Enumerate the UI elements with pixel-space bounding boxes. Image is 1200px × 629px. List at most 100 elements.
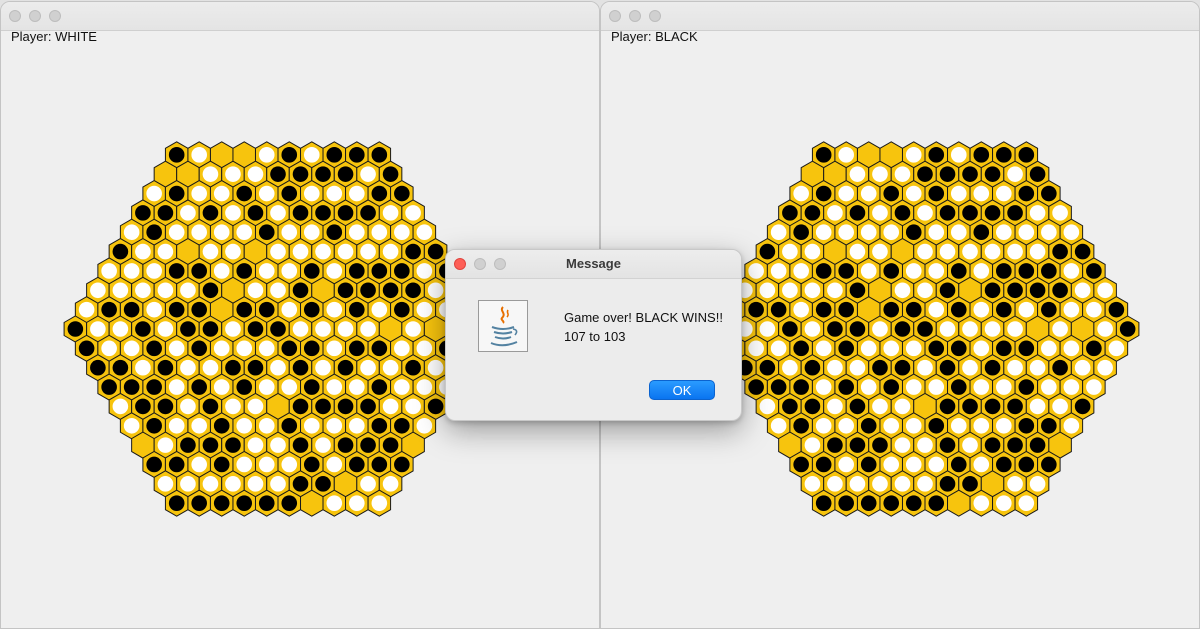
window-titlebar[interactable] (1, 2, 599, 31)
black-piece (168, 495, 185, 511)
black-piece (928, 147, 945, 163)
white-piece (782, 359, 798, 376)
black-piece (337, 359, 354, 376)
black-piece (962, 205, 978, 221)
white-piece (782, 243, 798, 260)
white-piece (213, 340, 230, 357)
white-piece (315, 437, 331, 453)
white-piece (157, 321, 174, 337)
black-piece (1074, 398, 1091, 415)
black-piece (1041, 185, 1057, 202)
black-piece (1052, 243, 1068, 260)
black-piece (180, 321, 196, 337)
black-piece (292, 476, 309, 492)
minimize-window-button[interactable] (29, 10, 41, 22)
black-piece (337, 398, 354, 415)
white-piece (996, 495, 1012, 511)
black-piece (157, 359, 174, 376)
black-piece (883, 301, 900, 318)
white-piece (202, 166, 219, 182)
white-piece (168, 417, 185, 434)
window-titlebar[interactable] (601, 2, 1199, 31)
black-piece (405, 359, 421, 376)
black-piece (1018, 456, 1035, 473)
black-piece (371, 417, 388, 434)
black-piece (838, 495, 854, 511)
black-piece (1074, 243, 1091, 260)
white-piece (225, 321, 241, 337)
close-window-button[interactable] (609, 10, 621, 22)
white-piece (849, 476, 866, 492)
zoom-window-button[interactable] (649, 10, 661, 22)
black-piece (337, 437, 354, 453)
dialog-titlebar[interactable]: Message (446, 250, 741, 279)
black-piece (1108, 301, 1125, 318)
black-piece (782, 205, 798, 221)
black-piece (292, 437, 309, 453)
black-piece (962, 398, 978, 415)
black-piece (303, 340, 320, 357)
white-piece (112, 321, 129, 337)
white-piece (236, 224, 253, 241)
white-piece (1074, 359, 1091, 376)
white-piece (950, 417, 967, 434)
black-piece (281, 495, 298, 511)
white-piece (191, 456, 207, 473)
black-piece (827, 437, 843, 453)
black-piece (360, 437, 376, 453)
black-piece (371, 456, 388, 473)
black-piece (101, 301, 117, 318)
close-window-button[interactable] (9, 10, 21, 22)
black-piece (782, 321, 798, 337)
white-piece (905, 456, 922, 473)
white-piece (1029, 476, 1046, 492)
white-piece (303, 147, 320, 163)
white-piece (917, 282, 933, 299)
white-piece (213, 185, 230, 202)
white-piece (1097, 321, 1113, 337)
minimize-window-button[interactable] (629, 10, 641, 22)
white-piece (258, 379, 275, 395)
black-piece (838, 340, 854, 357)
white-piece (827, 476, 843, 492)
white-piece (394, 340, 410, 357)
black-piece (303, 301, 320, 318)
black-piece (939, 205, 956, 221)
white-piece (258, 417, 275, 434)
black-piece (349, 263, 365, 279)
white-piece (793, 185, 809, 202)
black-piece (168, 456, 185, 473)
black-piece (281, 417, 298, 434)
black-piece (315, 398, 331, 415)
white-piece (78, 301, 95, 318)
zoom-window-button[interactable] (49, 10, 61, 22)
black-piece (1029, 437, 1046, 453)
ok-button[interactable]: OK (649, 380, 715, 400)
white-piece (939, 243, 956, 260)
black-piece (191, 495, 207, 511)
black-piece (1086, 340, 1102, 357)
white-piece (191, 224, 207, 241)
black-piece (371, 263, 388, 279)
white-piece (349, 224, 365, 241)
black-piece (405, 243, 421, 260)
black-piece (849, 321, 866, 337)
black-piece (1052, 359, 1068, 376)
black-piece (371, 340, 388, 357)
white-piece (349, 417, 365, 434)
black-piece (247, 359, 264, 376)
white-piece (759, 398, 776, 415)
white-piece (416, 340, 433, 357)
black-piece (894, 205, 911, 221)
black-piece (759, 243, 776, 260)
white-piece (326, 185, 343, 202)
black-piece (202, 398, 219, 415)
white-piece (225, 476, 241, 492)
white-piece (371, 301, 388, 318)
black-piece (928, 417, 945, 434)
white-piece (1063, 417, 1080, 434)
white-piece (973, 495, 990, 511)
white-piece (225, 398, 241, 415)
black-piece (1018, 340, 1035, 357)
black-piece (394, 263, 410, 279)
